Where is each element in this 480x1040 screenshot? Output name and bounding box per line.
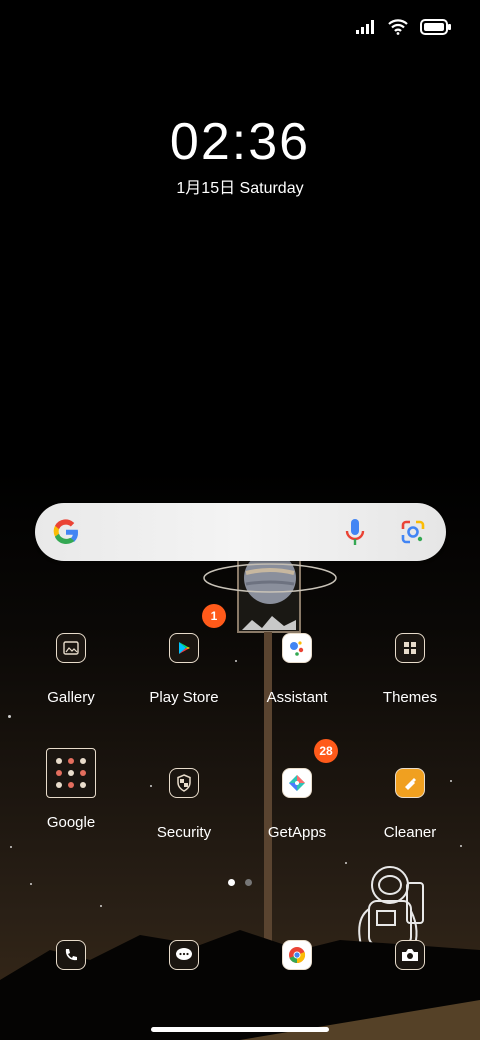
app-getapps[interactable]: GetApps bbox=[242, 768, 352, 841]
camera-icon bbox=[395, 940, 425, 970]
page-dot-active[interactable] bbox=[228, 879, 235, 886]
phone-icon bbox=[56, 940, 86, 970]
app-cleaner[interactable]: Cleaner bbox=[355, 768, 465, 841]
getapps-icon bbox=[282, 768, 312, 798]
app-label: Gallery bbox=[47, 689, 95, 706]
clock-date[interactable]: 1月15日 Saturday bbox=[0, 174, 480, 198]
messages-icon bbox=[169, 940, 199, 970]
app-label: Cleaner bbox=[383, 824, 437, 841]
dock-messages[interactable] bbox=[129, 940, 239, 970]
app-label: Play Store bbox=[149, 689, 219, 706]
assistant-icon bbox=[282, 633, 312, 663]
app-label: Assistant bbox=[266, 689, 328, 706]
app-assistant[interactable]: Assistant bbox=[242, 633, 352, 706]
dock-camera[interactable] bbox=[355, 940, 465, 970]
getapps-badge: 28 bbox=[314, 739, 338, 763]
page-dot[interactable] bbox=[245, 879, 252, 886]
wifi-icon bbox=[388, 19, 408, 35]
google-g-icon bbox=[53, 519, 79, 545]
google-lens-icon[interactable] bbox=[400, 519, 426, 545]
google-folder-icon bbox=[46, 748, 96, 798]
microphone-icon[interactable] bbox=[344, 517, 366, 547]
app-themes[interactable]: Themes bbox=[355, 633, 465, 706]
battery-icon bbox=[420, 19, 451, 35]
app-google-folder[interactable]: Google bbox=[16, 748, 126, 831]
play-store-badge: 1 bbox=[202, 604, 226, 628]
security-icon bbox=[169, 768, 199, 798]
clock-time[interactable]: 02:36 bbox=[0, 112, 480, 172]
app-label: GetApps bbox=[267, 824, 327, 841]
chrome-icon bbox=[282, 940, 312, 970]
home-gesture-bar[interactable] bbox=[151, 1027, 329, 1032]
gallery-icon bbox=[56, 633, 86, 663]
play-store-icon bbox=[169, 633, 199, 663]
dock-phone[interactable] bbox=[16, 940, 126, 970]
google-search-bar[interactable] bbox=[35, 503, 446, 561]
app-label: Themes bbox=[382, 689, 438, 706]
app-gallery[interactable]: Gallery bbox=[16, 633, 126, 706]
signal-icon bbox=[356, 20, 374, 34]
themes-icon bbox=[395, 633, 425, 663]
dock-chrome[interactable] bbox=[242, 940, 352, 970]
app-label: Google bbox=[46, 814, 96, 831]
page-indicator bbox=[228, 879, 252, 886]
app-security[interactable]: Security bbox=[129, 768, 239, 841]
app-play-store[interactable]: Play Store bbox=[129, 633, 239, 706]
app-label: Security bbox=[156, 824, 212, 841]
status-bar bbox=[356, 14, 452, 40]
cleaner-icon bbox=[395, 768, 425, 798]
